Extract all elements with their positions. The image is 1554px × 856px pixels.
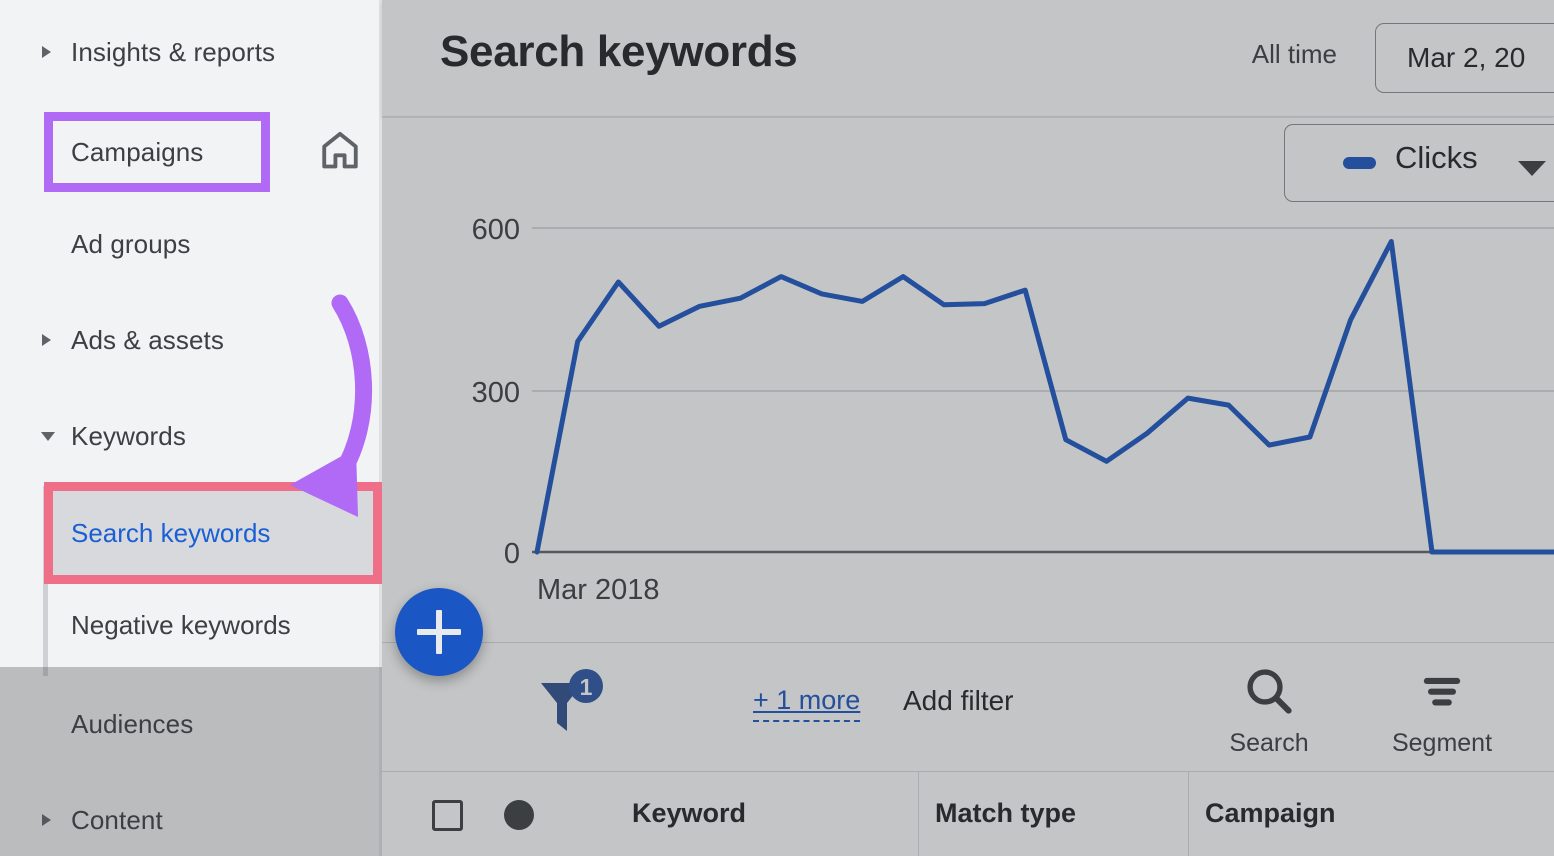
date-range-label: All time: [1251, 39, 1337, 69]
main-content: Search keywords All time Mar 2, 20 Click…: [382, 0, 1554, 856]
sidebar-item-content[interactable]: Content: [0, 797, 379, 843]
segment-icon: [1423, 677, 1461, 706]
sidebar-item-label: Audiences: [71, 708, 194, 739]
date-range-value: Mar 2, 20: [1407, 42, 1526, 73]
tool-label: Search: [1229, 729, 1309, 757]
search-icon: [1247, 669, 1292, 714]
segment-button[interactable]: Segment: [1372, 661, 1512, 761]
annotation-highlight-campaigns: [44, 112, 270, 192]
plus-icon: [417, 629, 461, 635]
app-root: Insights & reports Campaigns Ad groups A…: [0, 0, 1554, 856]
series-line-clicks: [534, 239, 1554, 555]
sidebar-item-ad-groups[interactable]: Ad groups: [0, 221, 379, 267]
chevron-right-icon: [42, 46, 51, 58]
tool-label: Segment: [1391, 729, 1493, 757]
column-header-keyword[interactable]: Keyword: [632, 798, 746, 829]
filter-funnel-icon[interactable]: 1: [537, 669, 607, 741]
column-header-campaign[interactable]: Campaign: [1205, 798, 1336, 829]
sidebar-item-label: Ads & assets: [71, 324, 224, 355]
status-dot-icon[interactable]: [504, 800, 534, 830]
page-header: Search keywords All time Mar 2, 20: [382, 0, 1554, 117]
y-tick-label: 0: [504, 538, 520, 570]
search-button[interactable]: Search: [1199, 661, 1339, 761]
sidebar-item-ads-assets[interactable]: Ads & assets: [0, 317, 379, 363]
sidebar-item-keywords[interactable]: Keywords: [0, 413, 379, 459]
sidebar-item-label: Ad groups: [71, 228, 191, 259]
page-title: Search keywords: [440, 27, 798, 76]
sidebar-item-label: Negative keywords: [71, 609, 291, 640]
more-filters-link[interactable]: + 1 more: [753, 685, 861, 722]
chart-panel: Clicks 600 300 0 Mar 2018: [382, 118, 1554, 642]
sidebar-item-audiences[interactable]: Audiences: [0, 701, 379, 747]
sidebar-item-label: Insights & reports: [71, 36, 276, 67]
column-header-match-type[interactable]: Match type: [935, 798, 1076, 829]
x-tick-label: Mar 2018: [537, 574, 660, 606]
chevron-down-icon: [41, 431, 55, 441]
sidebar-item-insights-reports[interactable]: Insights & reports: [0, 29, 379, 75]
y-tick-label: 300: [472, 377, 520, 409]
select-all-checkbox[interactable]: [432, 800, 463, 831]
column-divider: [918, 772, 919, 856]
table-header-row: Keyword Match type Campaign: [382, 772, 1554, 856]
chevron-right-icon: [42, 814, 51, 826]
column-divider: [1188, 772, 1189, 856]
annotation-highlight-search-keywords: [44, 482, 382, 584]
date-range-picker[interactable]: Mar 2, 20: [1375, 23, 1554, 93]
y-tick-label: 600: [472, 214, 520, 246]
clicks-line-chart: 600 300 0 Mar 2018: [472, 214, 1554, 606]
filter-toolbar: 1 + 1 more Add filter Search Segment: [382, 642, 1554, 772]
chevron-right-icon: [42, 334, 51, 346]
filter-badge-count: 1: [580, 674, 593, 700]
sidebar-item-label: Keywords: [71, 420, 186, 451]
add-button[interactable]: [395, 588, 483, 676]
sidebar-item-label: Content: [71, 804, 163, 835]
home-icon: [318, 128, 362, 172]
add-filter-button[interactable]: Add filter: [903, 685, 1014, 717]
sidebar-item-negative-keywords[interactable]: Negative keywords: [48, 583, 379, 667]
